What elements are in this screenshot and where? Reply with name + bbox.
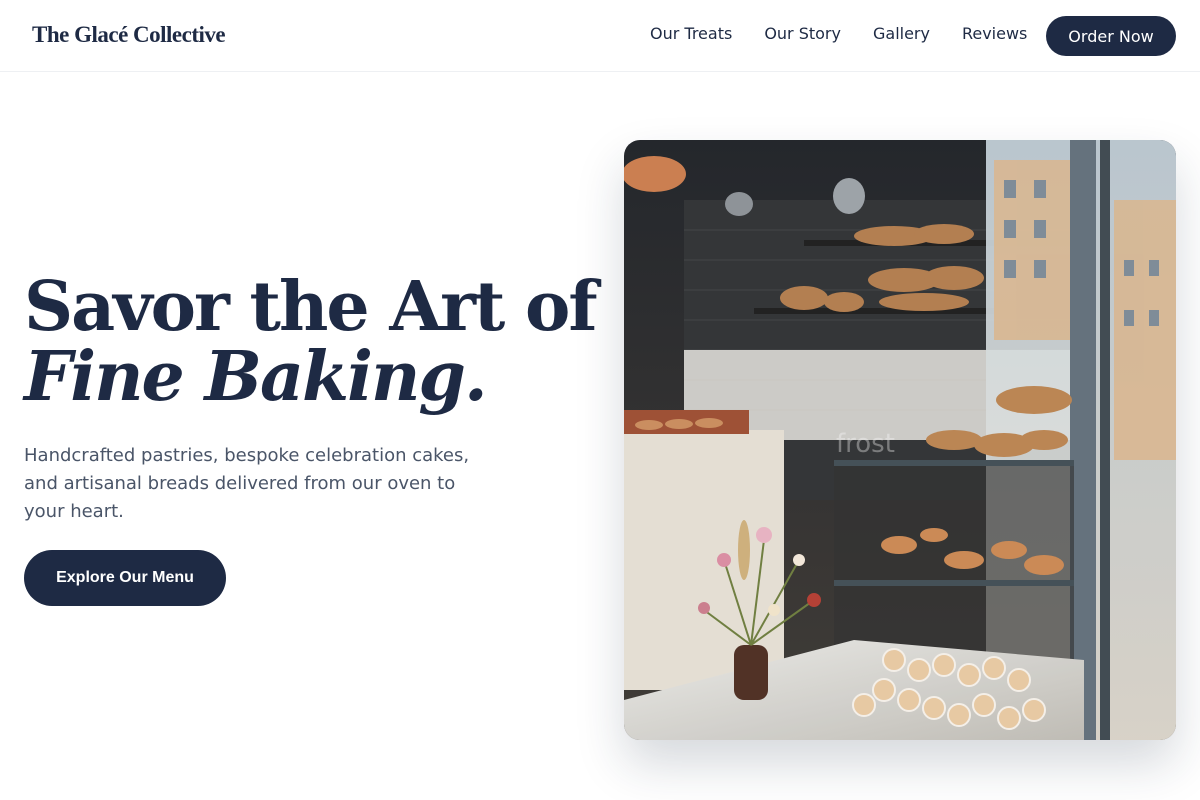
hero-title-line2: Fine Baking. [24,337,488,417]
site-header: The Glacé Collective Our Treats Our Stor… [0,0,1200,72]
hero-title: Savor the Art of Fine Baking. [24,272,604,412]
hero-title-line1: Savor the Art of [24,267,598,347]
nav-link-reviews[interactable]: Reviews [962,24,1027,44]
brand-logo[interactable]: The Glacé Collective [32,22,226,48]
nav-link-our-story[interactable]: Our Story [764,24,841,44]
hero-description: Handcrafted pastries, bespoke celebratio… [24,445,470,522]
main-nav: Our Treats Our Story Gallery Reviews [650,24,1027,44]
explore-menu-button[interactable]: Explore Our Menu [24,550,226,606]
nav-link-our-treats[interactable]: Our Treats [650,24,732,44]
nav-link-gallery[interactable]: Gallery [873,24,930,44]
order-now-button[interactable]: Order Now [1046,16,1176,56]
bakery-storefront-image: frost [624,140,1176,740]
